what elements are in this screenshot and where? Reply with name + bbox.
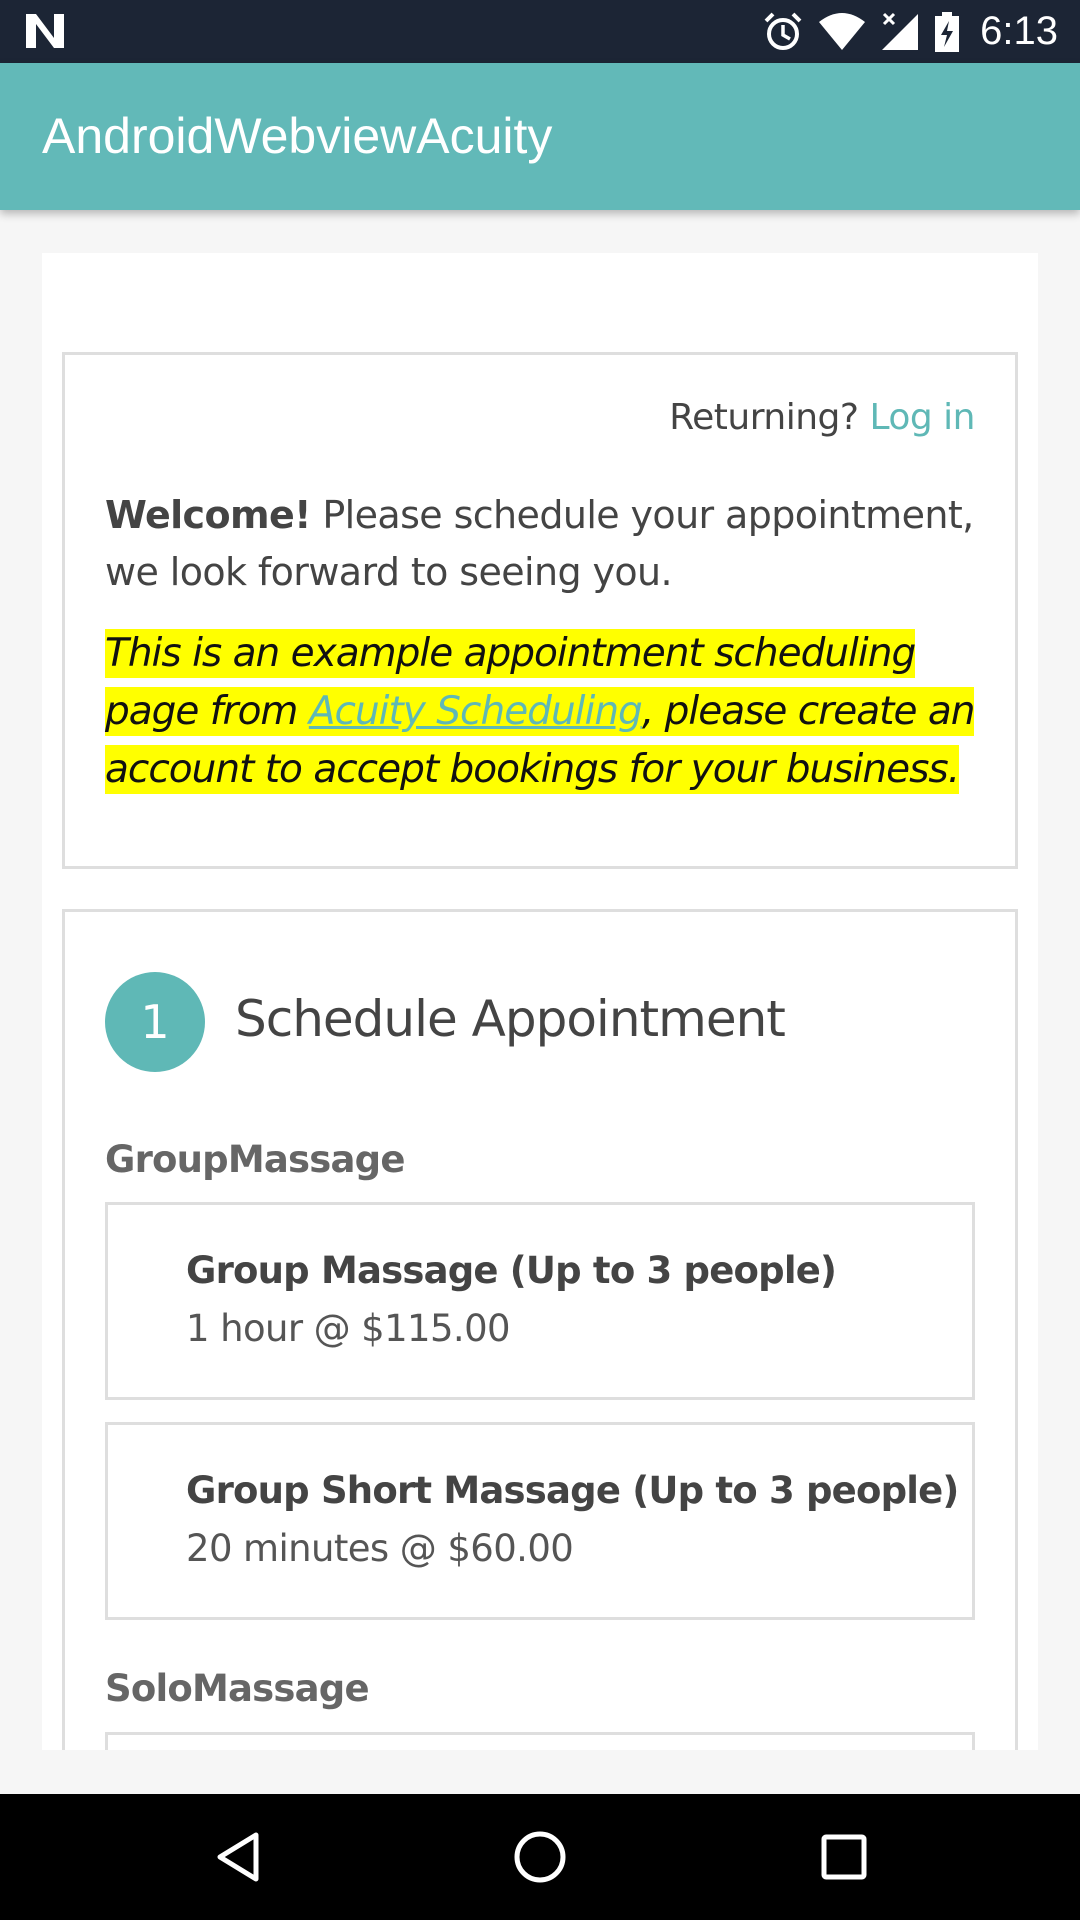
clock-time: 6:13: [980, 9, 1058, 53]
recents-button[interactable]: [806, 1819, 882, 1895]
group-label-solomassage: SoloMassage: [105, 1667, 370, 1710]
step-number-badge: 1: [105, 972, 205, 1072]
status-icons: 6:13: [762, 0, 1058, 63]
signal-icon: [882, 12, 919, 50]
battery-charging-icon: [935, 11, 960, 52]
service-name: Group Massage (Up to 3 people): [186, 1249, 837, 1292]
recents-icon: [821, 1834, 867, 1880]
service-detail: 1 hour @ $115.00: [186, 1307, 511, 1350]
step-title: Schedule Appointment: [235, 990, 786, 1048]
service-solo-massage-partial[interactable]: [105, 1732, 975, 1750]
navigation-bar: [0, 1794, 1080, 1920]
app-title: AndroidWebviewAcuity: [42, 108, 553, 164]
service-group-short-massage[interactable]: Group Short Massage (Up to 3 people) 20 …: [105, 1422, 975, 1620]
login-link[interactable]: Log in: [869, 397, 975, 438]
group-label-groupmassage: GroupMassage: [105, 1138, 405, 1181]
booking-page: Returning? Log in Welcome! Please schedu…: [42, 253, 1038, 1750]
alarm-icon: [764, 12, 802, 50]
home-icon: [514, 1831, 566, 1883]
welcome-heading: Welcome!: [105, 493, 311, 537]
returning-label: Returning?: [669, 397, 859, 438]
status-bar: 6:13: [0, 0, 1080, 63]
home-button[interactable]: [502, 1819, 578, 1895]
schedule-card: 1 Schedule Appointment GroupMassage Grou…: [62, 909, 1018, 1750]
service-group-massage[interactable]: Group Massage (Up to 3 people) 1 hour @ …: [105, 1202, 975, 1400]
example-notice: This is an example appointment schedulin…: [105, 625, 995, 799]
welcome-message: Welcome! Please schedule your appointmen…: [105, 487, 985, 601]
returning-prompt: Returning? Log in: [669, 397, 975, 438]
android-n-icon: [26, 14, 64, 48]
back-button[interactable]: [200, 1819, 276, 1895]
webview[interactable]: Returning? Log in Welcome! Please schedu…: [0, 210, 1080, 1750]
app-bar: AndroidWebviewAcuity: [0, 63, 1080, 210]
service-name: Group Short Massage (Up to 3 people): [186, 1469, 959, 1512]
service-detail: 20 minutes @ $60.00: [186, 1527, 574, 1570]
welcome-card: Returning? Log in Welcome! Please schedu…: [62, 352, 1018, 869]
acuity-scheduling-link[interactable]: Acuity Scheduling: [309, 689, 643, 734]
back-icon: [217, 1832, 259, 1882]
wifi-icon: [819, 12, 866, 50]
